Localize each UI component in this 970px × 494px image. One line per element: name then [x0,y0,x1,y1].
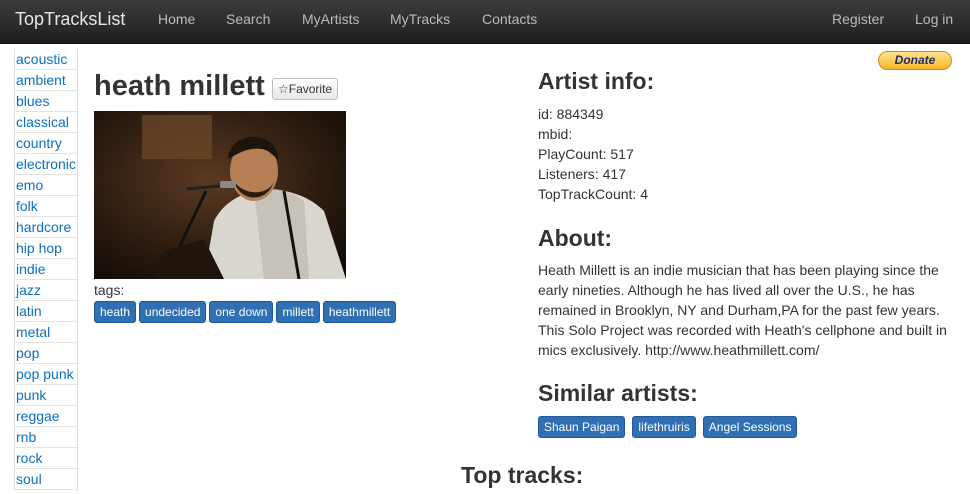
artist-mbid: mbid: [538,126,573,142]
sidebar-item-blues[interactable]: blues [15,91,77,112]
artist-photo-illustration [94,111,346,279]
top-tracks-heading: Top tracks: [461,462,584,488]
artist-playcount: PlayCount: 517 [538,146,634,162]
artist-tag-heathmillett[interactable]: heathmillett [322,301,397,323]
sidebar-item-hardcore[interactable]: hardcore [15,217,77,238]
artist-name-heading: heath millett [94,70,265,102]
similar-artists-heading: Similar artists: [538,380,698,406]
sidebar-item-rock[interactable]: rock [15,448,77,469]
similar-artists-list: Shaun Paigan lifethruiris Angel Sessions [538,416,800,438]
sidebar-item-ambient[interactable]: ambient [15,70,77,91]
nav-myartists-link[interactable]: MyArtists [302,11,360,27]
sidebar-item-indie[interactable]: indie [15,259,77,280]
sidebar-item-reggae[interactable]: reggae [15,406,77,427]
nav-home-link[interactable]: Home [158,11,195,27]
brand-link[interactable]: TopTracksList [15,9,125,30]
similar-artist-shaun-paigan[interactable]: Shaun Paigan [538,416,626,438]
artist-id: id: 884349 [538,106,604,122]
genre-sidebar: acoustic ambient blues classical country… [14,49,78,490]
register-link[interactable]: Register [832,11,884,27]
artist-tag-millett[interactable]: millett [276,301,320,323]
sidebar-item-pop[interactable]: pop [15,343,77,364]
sidebar-item-pop-punk[interactable]: pop punk [15,364,77,385]
sidebar-item-metal[interactable]: metal [15,322,77,343]
artist-tag-list: heath undecided one down millett heathmillet… [94,301,399,323]
sidebar-item-hip-hop[interactable]: hip hop [15,238,77,259]
artist-photo [94,111,346,279]
artist-info-heading: Artist info: [538,68,655,94]
sidebar-item-emo[interactable]: emo [15,175,77,196]
sidebar-item-country[interactable]: country [15,133,77,154]
about-heading: About: [538,225,613,251]
donate-button[interactable]: Donate [878,51,952,70]
nav-mytracks-link[interactable]: MyTracks [390,11,450,27]
sidebar-item-soul[interactable]: soul [15,469,77,490]
nav-contacts-link[interactable]: Contacts [482,11,537,27]
sidebar-item-classical[interactable]: classical [15,112,77,133]
login-link[interactable]: Log in [915,11,953,27]
sidebar-item-acoustic[interactable]: acoustic [15,49,77,70]
similar-artist-angel-sessions[interactable]: Angel Sessions [702,416,798,438]
sidebar-item-jazz[interactable]: jazz [15,280,77,301]
sidebar-item-electronic[interactable]: electronic [15,154,77,175]
artist-tag-undecided[interactable]: undecided [139,301,207,323]
top-navbar: TopTracksList Home Search MyArtists MyTr… [0,0,970,44]
sidebar-item-folk[interactable]: folk [15,196,77,217]
sidebar-item-punk[interactable]: punk [15,385,77,406]
favorite-button[interactable]: ☆Favorite [272,78,339,100]
artist-tag-heath[interactable]: heath [94,301,137,323]
similar-artist-lifethruiris[interactable]: lifethruiris [632,416,696,438]
sidebar-item-rnb[interactable]: rnb [15,427,77,448]
sidebar-item-latin[interactable]: latin [15,301,77,322]
nav-search-link[interactable]: Search [226,11,270,27]
artist-tag-one-down[interactable]: one down [209,301,274,323]
tags-label: tags: [94,282,125,298]
artist-listeners: Listeners: 417 [538,166,626,182]
about-text: Heath Millett is an indie musician that … [538,262,947,358]
artist-toptrackcount: TopTrackCount: 4 [538,186,648,202]
